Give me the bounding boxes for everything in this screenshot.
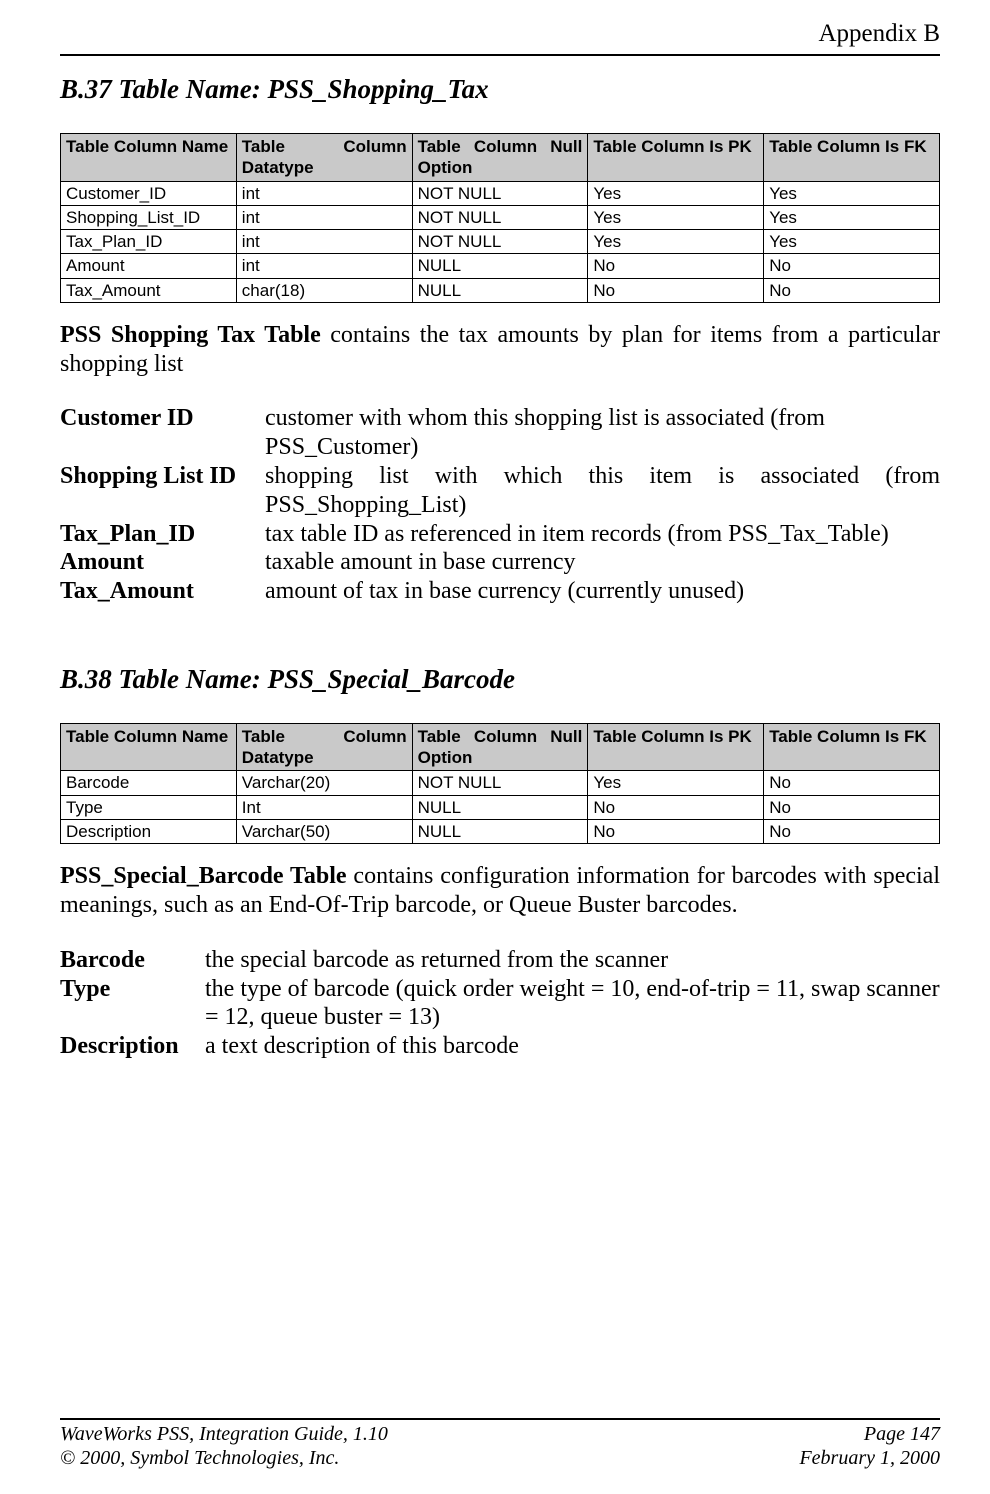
cell: Yes — [764, 181, 940, 205]
table-b37: Table Column Name TableColumn Datatype T… — [60, 133, 940, 303]
table-row: Tax_Plan_ID int NOT NULL Yes Yes — [61, 230, 940, 254]
desc-term: Shopping List ID — [60, 462, 265, 491]
table-row: Tax_Amount char(18) NULL No No — [61, 278, 940, 302]
desc-term: Type — [60, 975, 205, 1033]
cell: Yes — [764, 230, 940, 254]
cell: Type — [61, 795, 237, 819]
table-row: Shopping_List_ID int NOT NULL Yes Yes — [61, 205, 940, 229]
footer-left-2: © 2000, Symbol Technologies, Inc. — [60, 1446, 339, 1470]
desc-def: amount of tax in base currency (currentl… — [265, 577, 940, 606]
cell: Shopping_List_ID — [61, 205, 237, 229]
b37-descriptions: Customer IDcustomer with whom this shopp… — [60, 404, 940, 606]
cell: NULL — [412, 278, 588, 302]
desc-def: customer with whom this shopping list is… — [265, 404, 940, 462]
cell: Varchar(20) — [236, 771, 412, 795]
col-name-header: Table Column Name — [61, 723, 237, 771]
desc-def: PSS_Shopping_List) — [265, 491, 940, 520]
col-pk-header: Table Column Is PK — [588, 134, 764, 182]
table-row: Barcode Varchar(20) NOT NULL Yes No — [61, 771, 940, 795]
cell: NOT NULL — [412, 181, 588, 205]
section-b37-title: B.37 Table Name: PSS_Shopping_Tax — [60, 74, 940, 105]
desc-term: Tax_Amount — [60, 577, 265, 606]
desc-def: a text description of this barcode — [205, 1032, 940, 1061]
cell: int — [236, 181, 412, 205]
cell: No — [764, 795, 940, 819]
footer-left-1: WaveWorks PSS, Integration Guide, 1.10 — [60, 1422, 388, 1446]
cell: Tax_Plan_ID — [61, 230, 237, 254]
table-header-row: Table Column Name TableColumn Datatype T… — [61, 723, 940, 771]
cell: int — [236, 205, 412, 229]
b38-summary-bold: PSS_Special_Barcode Table — [60, 863, 347, 889]
desc-term: Amount — [60, 548, 265, 577]
footer: WaveWorks PSS, Integration Guide, 1.10 P… — [60, 1418, 940, 1470]
cell: NULL — [412, 819, 588, 843]
cell: Amount — [61, 254, 237, 278]
cell: No — [764, 771, 940, 795]
table-header-row: Table Column Name TableColumn Datatype T… — [61, 134, 940, 182]
cell: NOT NULL — [412, 230, 588, 254]
cell: No — [588, 254, 764, 278]
desc-def: taxable amount in base currency — [265, 548, 940, 577]
cell: Varchar(50) — [236, 819, 412, 843]
cell: No — [588, 795, 764, 819]
footer-rule — [60, 1418, 940, 1420]
col-datatype-header: TableColumn Datatype — [236, 134, 412, 182]
cell: Yes — [764, 205, 940, 229]
cell: No — [588, 819, 764, 843]
desc-term: Tax_Plan_ID — [60, 520, 265, 549]
page: Appendix B B.37 Table Name: PSS_Shopping… — [0, 0, 990, 1494]
desc-term: Customer ID — [60, 404, 265, 462]
b37-summary-bold: PSS Shopping Tax Table — [60, 322, 321, 348]
col-fk-header: Table Column Is FK — [764, 723, 940, 771]
footer-right-2: February 1, 2000 — [799, 1446, 940, 1470]
cell: int — [236, 254, 412, 278]
desc-term: Barcode — [60, 946, 205, 975]
cell: Tax_Amount — [61, 278, 237, 302]
b38-descriptions: Barcodethe special barcode as returned f… — [60, 946, 940, 1061]
appendix-label: Appendix B — [60, 20, 940, 48]
table-b38: Table Column Name TableColumn Datatype T… — [60, 723, 940, 844]
cell: Description — [61, 819, 237, 843]
desc-def: the special barcode as returned from the… — [205, 946, 940, 975]
col-nullopt-header: TableColumnNull Option — [412, 134, 588, 182]
cell: Barcode — [61, 771, 237, 795]
header-rule — [60, 54, 940, 56]
cell: Yes — [588, 181, 764, 205]
cell: Yes — [588, 771, 764, 795]
col-datatype-header: TableColumn Datatype — [236, 723, 412, 771]
cell: NOT NULL — [412, 771, 588, 795]
desc-term — [60, 491, 265, 520]
cell: No — [764, 278, 940, 302]
col-fk-header: Table Column Is FK — [764, 134, 940, 182]
cell: NOT NULL — [412, 205, 588, 229]
col-nullopt-header: TableColumnNull Option — [412, 723, 588, 771]
table-row: Amount int NULL No No — [61, 254, 940, 278]
b37-summary: PSS Shopping Tax Table contains the tax … — [60, 321, 940, 379]
footer-right-1: Page 147 — [864, 1422, 940, 1446]
desc-term: Description — [60, 1032, 205, 1061]
cell: NULL — [412, 795, 588, 819]
cell: Yes — [588, 230, 764, 254]
cell: No — [764, 819, 940, 843]
desc-def: the type of barcode (quick order weight … — [205, 975, 940, 1033]
desc-def: tax table ID as referenced in item recor… — [265, 520, 940, 549]
cell: Yes — [588, 205, 764, 229]
section-b38-title: B.38 Table Name: PSS_Special_Barcode — [60, 664, 940, 695]
b38-summary: PSS_Special_Barcode Table contains confi… — [60, 862, 940, 920]
cell: char(18) — [236, 278, 412, 302]
table-row: Description Varchar(50) NULL No No — [61, 819, 940, 843]
cell: No — [588, 278, 764, 302]
table-row: Customer_ID int NOT NULL Yes Yes — [61, 181, 940, 205]
col-name-header: Table Column Name — [61, 134, 237, 182]
cell: Customer_ID — [61, 181, 237, 205]
cell: NULL — [412, 254, 588, 278]
cell: No — [764, 254, 940, 278]
desc-def: shopping list with which this item is as… — [265, 462, 940, 491]
col-pk-header: Table Column Is PK — [588, 723, 764, 771]
cell: int — [236, 230, 412, 254]
cell: Int — [236, 795, 412, 819]
table-row: Type Int NULL No No — [61, 795, 940, 819]
